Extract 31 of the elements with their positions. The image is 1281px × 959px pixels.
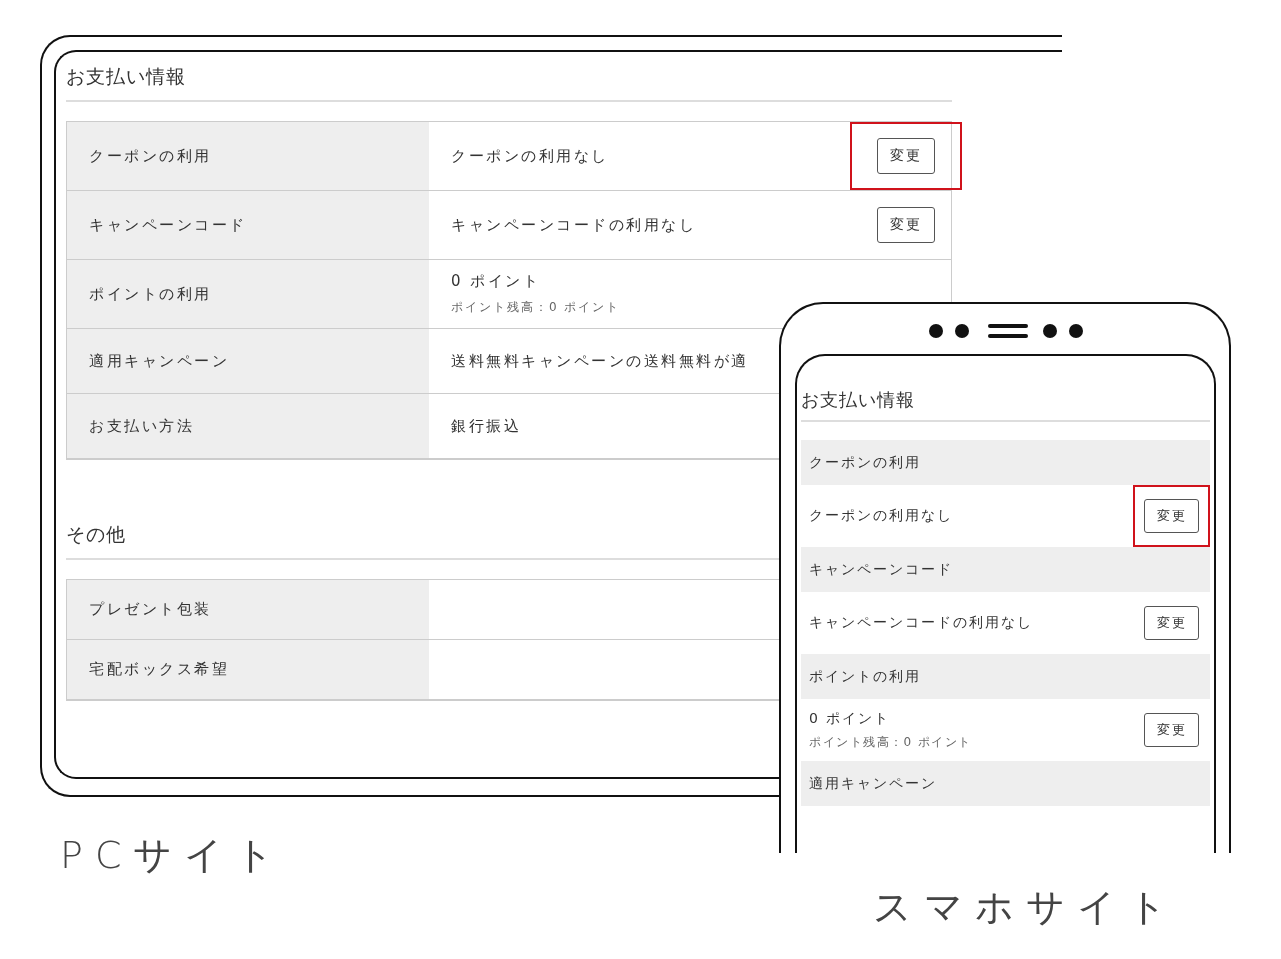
field-value: 送料無料キャンペーンの送料無料が適 <box>451 351 749 371</box>
caption: スマホサイト <box>873 884 1179 931</box>
points-balance: ポイント残高：0 ポイント <box>451 299 621 316</box>
field-label: クーポンの利用 <box>89 146 212 166</box>
field-label: キャンペーンコード <box>809 560 953 579</box>
section-title: お支払い情報 <box>801 388 915 412</box>
field-label: 適用キャンペーン <box>89 351 229 371</box>
field-label: クーポンの利用 <box>809 453 921 472</box>
points-balance: ポイント残高：0 ポイント <box>809 733 972 751</box>
change-button[interactable]: 変更 <box>877 207 935 243</box>
field-label: ポイントの利用 <box>809 667 921 686</box>
change-button[interactable]: 変更 <box>1144 499 1199 533</box>
caption: PCサイト <box>60 832 287 879</box>
field-value: 0 ポイント <box>809 709 892 728</box>
field-value: クーポンの利用なし <box>809 507 953 525</box>
field-label: キャンペーンコード <box>89 215 247 235</box>
field-value: 0 ポイント <box>451 272 542 291</box>
field-value: キャンペーンコードの利用なし <box>451 215 696 235</box>
field-value: クーポンの利用なし <box>451 146 609 166</box>
change-button[interactable]: 変更 <box>1144 606 1199 640</box>
field-label: 宅配ボックス希望 <box>89 660 229 679</box>
field-value: キャンペーンコードの利用なし <box>809 614 1033 632</box>
field-value: 銀行振込 <box>451 416 521 436</box>
change-button[interactable]: 変更 <box>1144 713 1199 747</box>
change-button[interactable]: 変更 <box>877 138 935 174</box>
field-label: プレゼント包装 <box>89 600 212 619</box>
field-label: ポイントの利用 <box>89 284 212 304</box>
section-title: お支払い情報 <box>66 64 186 89</box>
field-label: 適用キャンペーン <box>809 774 937 793</box>
section-title: その他 <box>66 522 126 547</box>
field-label: お支払い方法 <box>89 416 194 436</box>
